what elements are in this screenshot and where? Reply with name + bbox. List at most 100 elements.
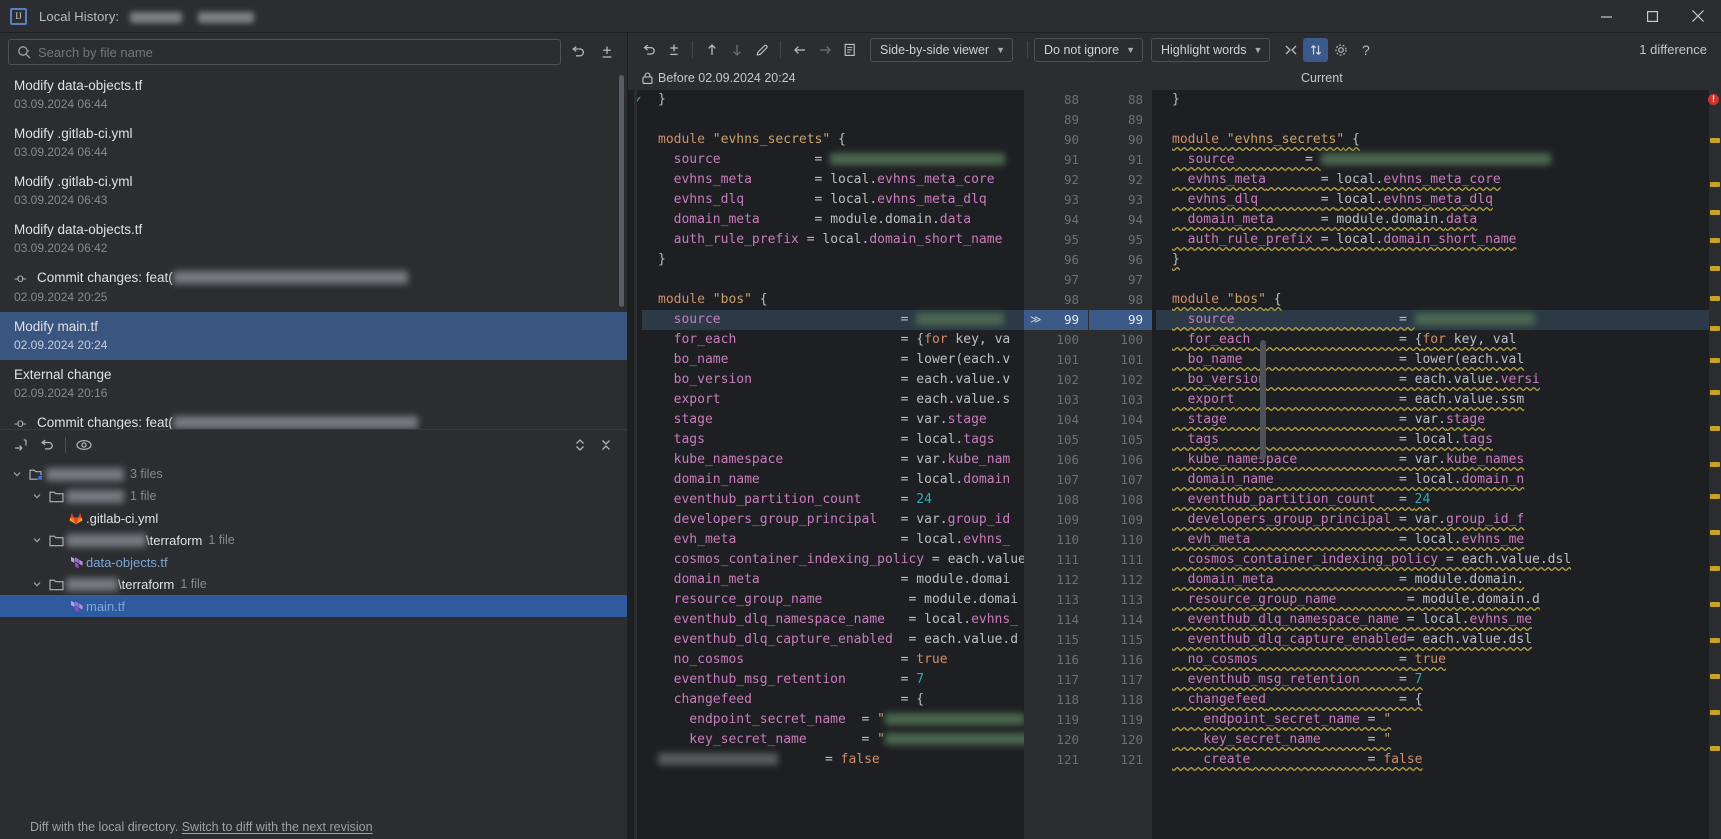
minimize-icon[interactable]	[1583, 0, 1629, 33]
commit-node-icon: -o-	[14, 416, 27, 429]
history-item[interactable]: Modify main.tf 02.09.2024 20:24	[0, 312, 627, 360]
code-line: tags = local.tags	[658, 432, 995, 447]
expand-all-icon[interactable]	[567, 433, 593, 457]
diff-right-title: Current	[1301, 71, 1343, 85]
revert-icon[interactable]	[636, 38, 661, 62]
left-pane-scrollbar[interactable]	[1260, 340, 1266, 460]
history-item[interactable]: Modify data-objects.tf 03.09.2024 06:44	[0, 71, 627, 119]
diff-right-pane[interactable]: } module "evhns_secrets" { source = evhns…	[1152, 90, 1721, 839]
history-item[interactable]: Modify data-objects.tf 03.09.2024 06:42	[0, 215, 627, 263]
line-number: 99	[1089, 310, 1152, 330]
settings-gear-icon[interactable]	[1328, 38, 1353, 62]
code-line: = false	[642, 750, 1024, 770]
gitlab-icon	[66, 512, 86, 525]
history-item[interactable]: -o- Commit changes: feat(02.09.2024 20:25	[0, 263, 627, 312]
redacted-project-path	[197, 11, 254, 23]
redacted-text	[172, 416, 418, 429]
history-item-title: Modify .gitlab-ci.yml	[14, 126, 133, 141]
history-item-title: Modify data-objects.tf	[14, 78, 143, 93]
code-line: eventhub_partition_count = 24	[658, 492, 932, 507]
line-number: 109	[1120, 512, 1143, 527]
code-line: domain_meta = module.domain.data	[1172, 212, 1478, 227]
line-number: 112	[1120, 572, 1143, 587]
previous-difference-icon[interactable]	[699, 38, 724, 62]
line-number: 90	[1127, 132, 1143, 147]
history-item[interactable]: Modify .gitlab-ci.yml 03.09.2024 06:43	[0, 167, 627, 215]
redacted-code-value	[916, 313, 1005, 325]
tree-footer-text: Diff with the local directory.	[30, 820, 179, 834]
history-list[interactable]: Modify data-objects.tf 03.09.2024 06:44 Mo…	[0, 71, 627, 429]
diff-direction-icon[interactable]: ≫	[1030, 310, 1042, 330]
synchronize-scroll-icon[interactable]	[1303, 37, 1329, 62]
chevron-down-icon[interactable]	[28, 491, 46, 501]
next-difference-icon[interactable]	[724, 38, 749, 62]
viewer-mode-select[interactable]: Side-by-side viewer ▼	[870, 37, 1013, 62]
maximize-icon[interactable]	[1629, 0, 1675, 33]
window-title: Local History:	[39, 9, 254, 24]
collapse-all-icon[interactable]	[593, 433, 619, 457]
edit-source-icon[interactable]	[749, 38, 774, 62]
add-label-icon[interactable]	[595, 40, 619, 64]
error-stripe-markers[interactable]: !	[1708, 90, 1721, 839]
revert-selection-icon[interactable]	[34, 433, 60, 457]
code-line: eventhub_dlq_namespace_name = local.evhn…	[1172, 612, 1533, 627]
code-line: module "evhns_secrets" {	[658, 132, 846, 147]
close-icon[interactable]	[1675, 0, 1721, 33]
plusminus-icon[interactable]	[661, 38, 686, 62]
tree-folder-node[interactable]: 3 files	[0, 463, 627, 485]
compare-contents-icon[interactable]	[837, 38, 862, 62]
accept-right-icon[interactable]	[812, 38, 837, 62]
changed-files-tree[interactable]: 3 files 1 file .gitlab-ci.yml \terraform 1 f…	[0, 459, 627, 839]
tree-file-node[interactable]: .gitlab-ci.yml	[0, 507, 627, 529]
history-item[interactable]: External change 02.09.2024 20:16	[0, 360, 627, 408]
ignore-policy-label: Do not ignore	[1044, 42, 1120, 57]
preview-diff-icon[interactable]	[71, 433, 97, 457]
collapse-unchanged-icon[interactable]	[1278, 38, 1303, 62]
line-number: 109	[1056, 512, 1079, 527]
search-icon	[17, 45, 31, 59]
line-number: 117	[1120, 672, 1143, 687]
code-line: evhns_meta = local.evhns_meta_core	[658, 172, 995, 187]
diff-body[interactable]: ✓ } module "evhns_secrets" { source = evh…	[628, 90, 1721, 839]
search-box[interactable]	[8, 39, 561, 65]
tree-folder-node[interactable]: \terraform 1 file	[0, 529, 627, 551]
tree-node-label: \terraform	[66, 533, 202, 548]
code-line: bo_version = each.value.v	[658, 372, 1011, 387]
diff-left-pane[interactable]: ✓ } module "evhns_secrets" { source = evh…	[628, 90, 1024, 839]
chevron-down-icon[interactable]	[28, 535, 46, 545]
ignore-policy-select[interactable]: Do not ignore ▼	[1034, 37, 1143, 62]
error-count-badge: !	[1708, 94, 1719, 105]
code-line: eventhub_dlq_namespace_name = local.evhn…	[658, 612, 1019, 627]
folder-icon	[46, 534, 66, 547]
chevron-down-icon[interactable]	[8, 469, 26, 479]
switch-to-next-revision-link[interactable]: Switch to diff with the next revision	[182, 820, 373, 834]
commit-node-icon: -o-	[14, 271, 27, 285]
search-input[interactable]	[38, 44, 552, 60]
history-scrollbar[interactable]	[619, 75, 624, 427]
code-line: module "bos" {	[658, 292, 768, 307]
tree-file-node[interactable]: main.tf	[0, 595, 627, 617]
history-item[interactable]: Modify .gitlab-ci.yml 03.09.2024 06:44	[0, 119, 627, 167]
chevron-down-icon[interactable]	[28, 579, 46, 589]
help-icon[interactable]: ?	[1353, 38, 1378, 62]
accept-left-icon[interactable]	[787, 38, 812, 62]
lock-icon	[642, 72, 653, 84]
history-item-title: Modify data-objects.tf	[14, 222, 143, 237]
history-item[interactable]: -o-Commit changes: feat(02.09.2024 20:15	[0, 408, 627, 429]
tree-folder-node[interactable]: \terraform 1 file	[0, 573, 627, 595]
line-number: 121	[1056, 752, 1079, 767]
code-line: module "bos" {	[1172, 292, 1282, 307]
redacted-code-value	[658, 753, 778, 765]
highlight-policy-select[interactable]: Highlight words ▼	[1150, 37, 1271, 62]
code-line: domain_name = local.domain	[658, 472, 1011, 487]
group-by-directory-icon[interactable]	[8, 433, 34, 457]
folder-icon	[46, 490, 66, 503]
line-number: 91	[1063, 152, 1079, 167]
history-item-date: 03.09.2024 06:42	[14, 241, 108, 255]
tree-file-node[interactable]: data-objects.tf	[0, 551, 627, 573]
tree-folder-node[interactable]: 1 file	[0, 485, 627, 507]
toolbar-divider	[692, 41, 693, 58]
revert-icon[interactable]	[566, 40, 590, 64]
